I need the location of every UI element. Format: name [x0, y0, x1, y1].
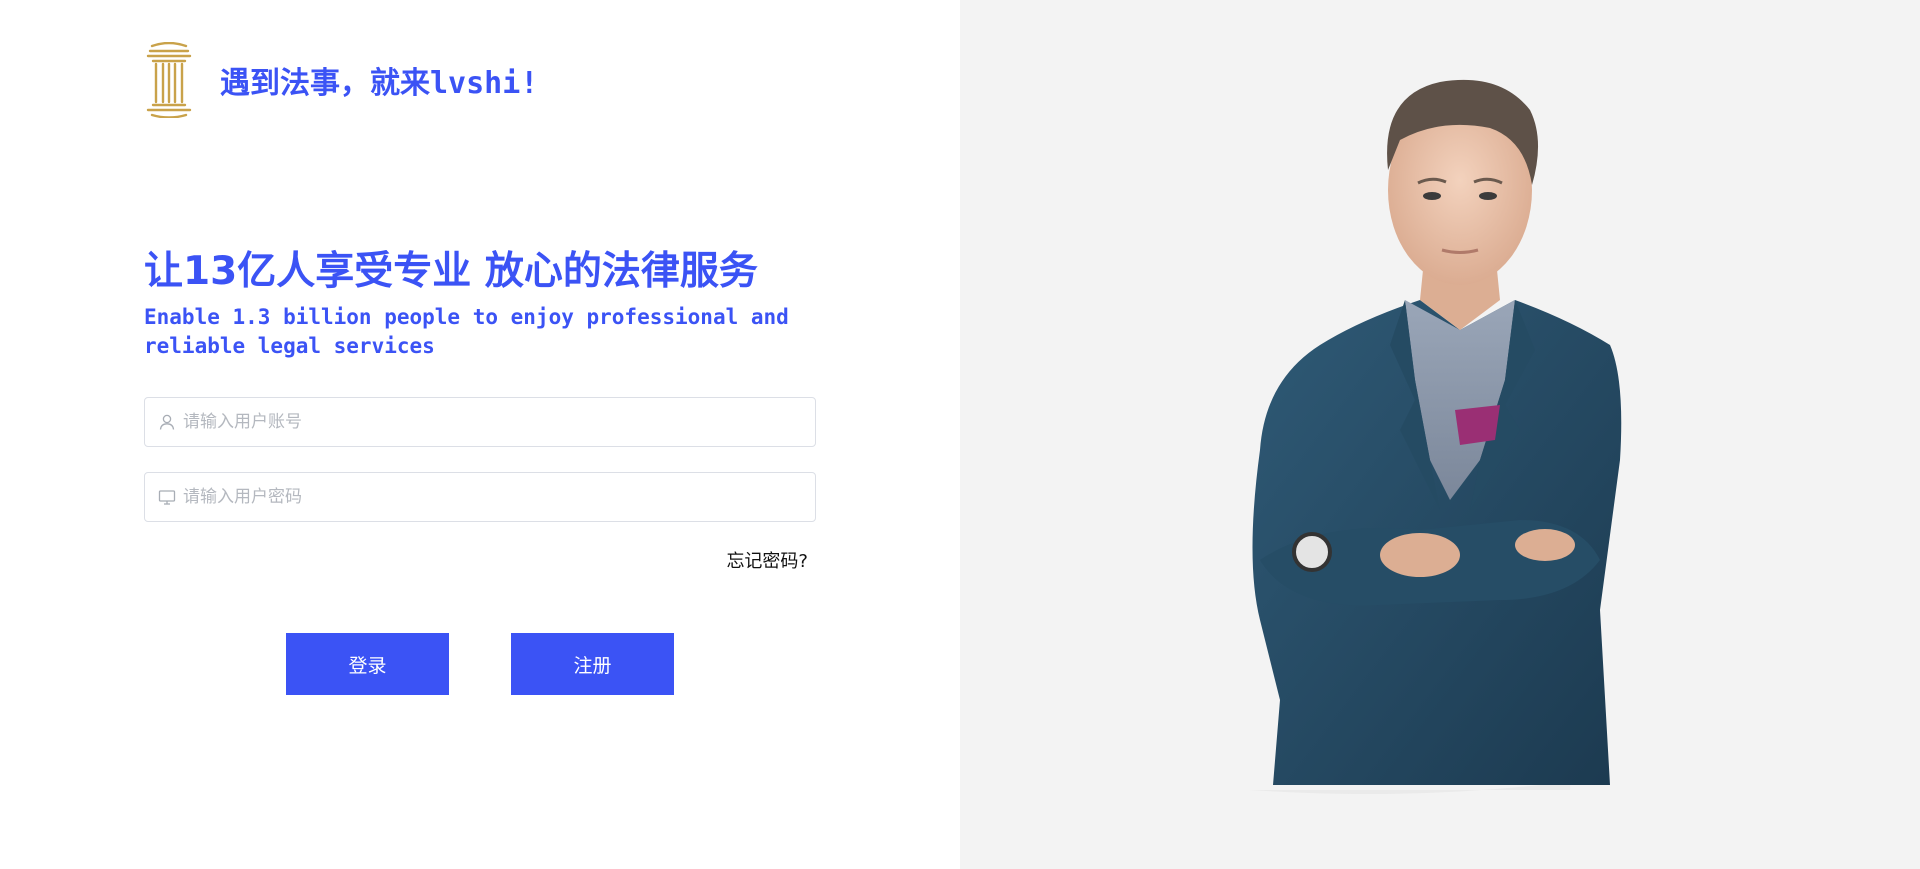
username-field[interactable] — [144, 397, 816, 447]
password-field[interactable] — [144, 472, 816, 522]
monitor-icon — [158, 490, 176, 505]
login-page: 遇到法事，就来lvshi! 让13亿人享受专业 放心的法律服务 Enable 1… — [0, 0, 1920, 869]
hero-image-panel — [960, 0, 1920, 869]
hero-headline: 让13亿人享受专业 放心的法律服务 — [144, 249, 758, 294]
user-icon — [159, 414, 175, 430]
brand-header: 遇到法事，就来lvshi! — [144, 42, 538, 118]
register-button[interactable]: 注册 — [511, 633, 674, 695]
username-input[interactable] — [183, 399, 815, 445]
forgot-password-link[interactable]: 忘记密码? — [726, 547, 808, 573]
login-button[interactable]: 登录 — [286, 633, 449, 695]
businessman-portrait — [1250, 79, 1622, 794]
hero-subline: Enable 1.3 billion people to enjoy profe… — [144, 305, 789, 358]
password-input[interactable] — [183, 474, 815, 520]
pillar-logo-icon — [146, 42, 192, 118]
brand-title: 遇到法事，就来lvshi! — [220, 66, 539, 101]
login-panel: 遇到法事，就来lvshi! 让13亿人享受专业 放心的法律服务 Enable 1… — [0, 0, 960, 869]
